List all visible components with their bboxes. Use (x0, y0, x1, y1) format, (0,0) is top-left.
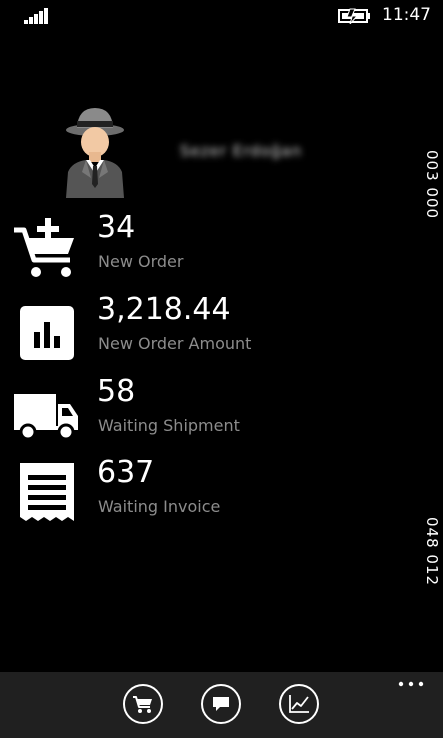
message-icon (213, 697, 229, 711)
truck-icon (14, 394, 78, 441)
metric-value: 34 (97, 210, 136, 245)
metric-value: 637 (97, 455, 155, 490)
metric-waiting-invoice[interactable]: 637 Waiting Invoice (0, 455, 400, 539)
app-bar (0, 672, 443, 738)
side-label-top: 003 000 (423, 150, 441, 220)
metric-waiting-shipment[interactable]: 58 Waiting Shipment (0, 374, 400, 458)
invoice-icon (20, 463, 74, 521)
status-bar: 11:47 (0, 0, 443, 32)
cart-add-icon (14, 218, 74, 277)
metric-label: Waiting Shipment (98, 416, 240, 435)
metric-label: New Order Amount (98, 334, 252, 353)
chart-line-icon (289, 695, 309, 713)
cart-icon (133, 696, 152, 713)
signal-strength-icon (24, 8, 48, 24)
metric-value: 58 (97, 374, 136, 409)
metric-new-order[interactable]: 34 New Order (0, 210, 400, 294)
more-ellipsis-icon[interactable] (398, 680, 424, 688)
metric-label: New Order (98, 252, 184, 271)
status-time: 11:47 (382, 5, 431, 25)
user-name: Sezer Erdoğan (180, 142, 303, 160)
bar-chart-icon (20, 306, 74, 360)
battery-charging-icon (338, 8, 370, 24)
detective-avatar-icon (66, 108, 124, 198)
metric-label: Waiting Invoice (98, 497, 221, 516)
cart-button[interactable] (123, 684, 163, 724)
message-button[interactable] (201, 684, 241, 724)
metric-new-order-amount[interactable]: 3,218.44 New Order Amount (0, 292, 400, 376)
metric-value: 3,218.44 (97, 292, 231, 327)
chart-button[interactable] (279, 684, 319, 724)
side-label-bottom: 048 012 (423, 517, 441, 587)
